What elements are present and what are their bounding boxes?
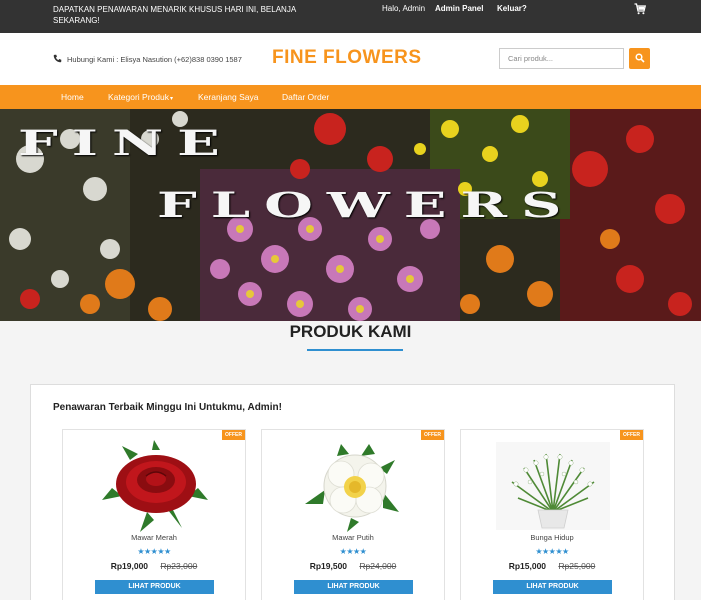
nav-item-kategori-produk[interactable]: Kategori Produk▾: [108, 92, 173, 102]
star-rating: ★★★★★: [137, 547, 171, 556]
section-title: PRODUK KAMI: [289, 322, 412, 341]
contact-text: Hubungi Kami : Elisya Nasution (+62)838 …: [67, 55, 242, 64]
star-rating: ★★★★: [339, 547, 367, 556]
product-prices: Rp19,500 Rp24,000: [262, 561, 444, 571]
phone-icon: [53, 54, 62, 65]
product-price: Rp19,000: [110, 561, 149, 571]
product-card[interactable]: OFFER Bunga Hidup ★★★★★ Rp15,000 Rp25,00…: [460, 429, 644, 600]
top-bar: DAPATKAN PENAWARAN MENARIK KHUSUS HARI I…: [0, 0, 701, 33]
product-card[interactable]: OFFER Mawar Putih ★★★★ Rp19,500 Rp24,000…: [261, 429, 445, 600]
product-price: Rp15,000: [508, 561, 547, 571]
nav-item-daftar-order[interactable]: Daftar Order: [282, 92, 329, 102]
offers-panel: Penawaran Terbaik Minggu Ini Untukmu, Ad…: [30, 384, 675, 600]
view-product-button[interactable]: LIHAT PRODUK: [294, 580, 413, 594]
caret-down-icon: ▾: [169, 96, 173, 102]
user-greeting: Halo, Admin: [382, 4, 426, 13]
product-name[interactable]: Mawar Putih: [262, 533, 444, 542]
offer-badge: OFFER: [620, 430, 643, 440]
hero-text-line1: FINE: [18, 123, 234, 164]
section-divider: [307, 349, 403, 351]
product-price: Rp19,500: [309, 561, 348, 571]
cart-icon[interactable]: [634, 3, 647, 15]
star-rating: ★★★★★: [535, 547, 569, 556]
search-icon: [634, 51, 645, 66]
offers-title: Penawaran Terbaik Minggu Ini Untukmu, Ad…: [53, 402, 282, 413]
product-old-price: Rp23,000: [160, 561, 198, 571]
view-product-button[interactable]: LIHAT PRODUK: [95, 580, 214, 594]
product-prices: Rp19,000 Rp23,000: [63, 561, 245, 571]
search-input[interactable]: [499, 48, 624, 69]
product-card[interactable]: OFFER Mawar Merah ★★★★★ Rp19,000 Rp23,00…: [62, 429, 246, 600]
hero-banner: FINE FLOWERS: [0, 109, 701, 321]
nav-item-label: Kategori Produk: [108, 92, 169, 102]
product-old-price: Rp24,000: [359, 561, 397, 571]
product-image-white-rose[interactable]: [291, 438, 417, 534]
main-nav: Home Kategori Produk▾ Keranjang Saya Daf…: [0, 85, 701, 109]
search-button[interactable]: [629, 48, 650, 69]
nav-item-keranjang-saya[interactable]: Keranjang Saya: [198, 92, 259, 102]
product-image-red-rose[interactable]: [92, 438, 218, 534]
product-name[interactable]: Mawar Merah: [63, 533, 245, 542]
site-header: Hubungi Kami : Elisya Nasution (+62)838 …: [0, 33, 701, 85]
contact-info: Hubungi Kami : Elisya Nasution (+62)838 …: [53, 54, 242, 65]
offer-badge: OFFER: [421, 430, 444, 440]
offer-badge: OFFER: [222, 430, 245, 440]
logout-link[interactable]: Keluar?: [497, 4, 527, 13]
site-logo[interactable]: FINE FLOWERS: [272, 47, 422, 69]
promo-text: DAPATKAN PENAWARAN MENARIK KHUSUS HARI I…: [53, 5, 296, 25]
product-old-price: Rp25,000: [558, 561, 596, 571]
admin-panel-link[interactable]: Admin Panel: [435, 4, 483, 13]
view-product-button[interactable]: LIHAT PRODUK: [493, 580, 612, 594]
nav-item-home[interactable]: Home: [61, 92, 84, 102]
product-name[interactable]: Bunga Hidup: [461, 533, 643, 542]
hero-text-line2: FLOWERS: [157, 185, 576, 226]
product-image-potted-plant[interactable]: [490, 438, 616, 534]
product-prices: Rp15,000 Rp25,000: [461, 561, 643, 571]
